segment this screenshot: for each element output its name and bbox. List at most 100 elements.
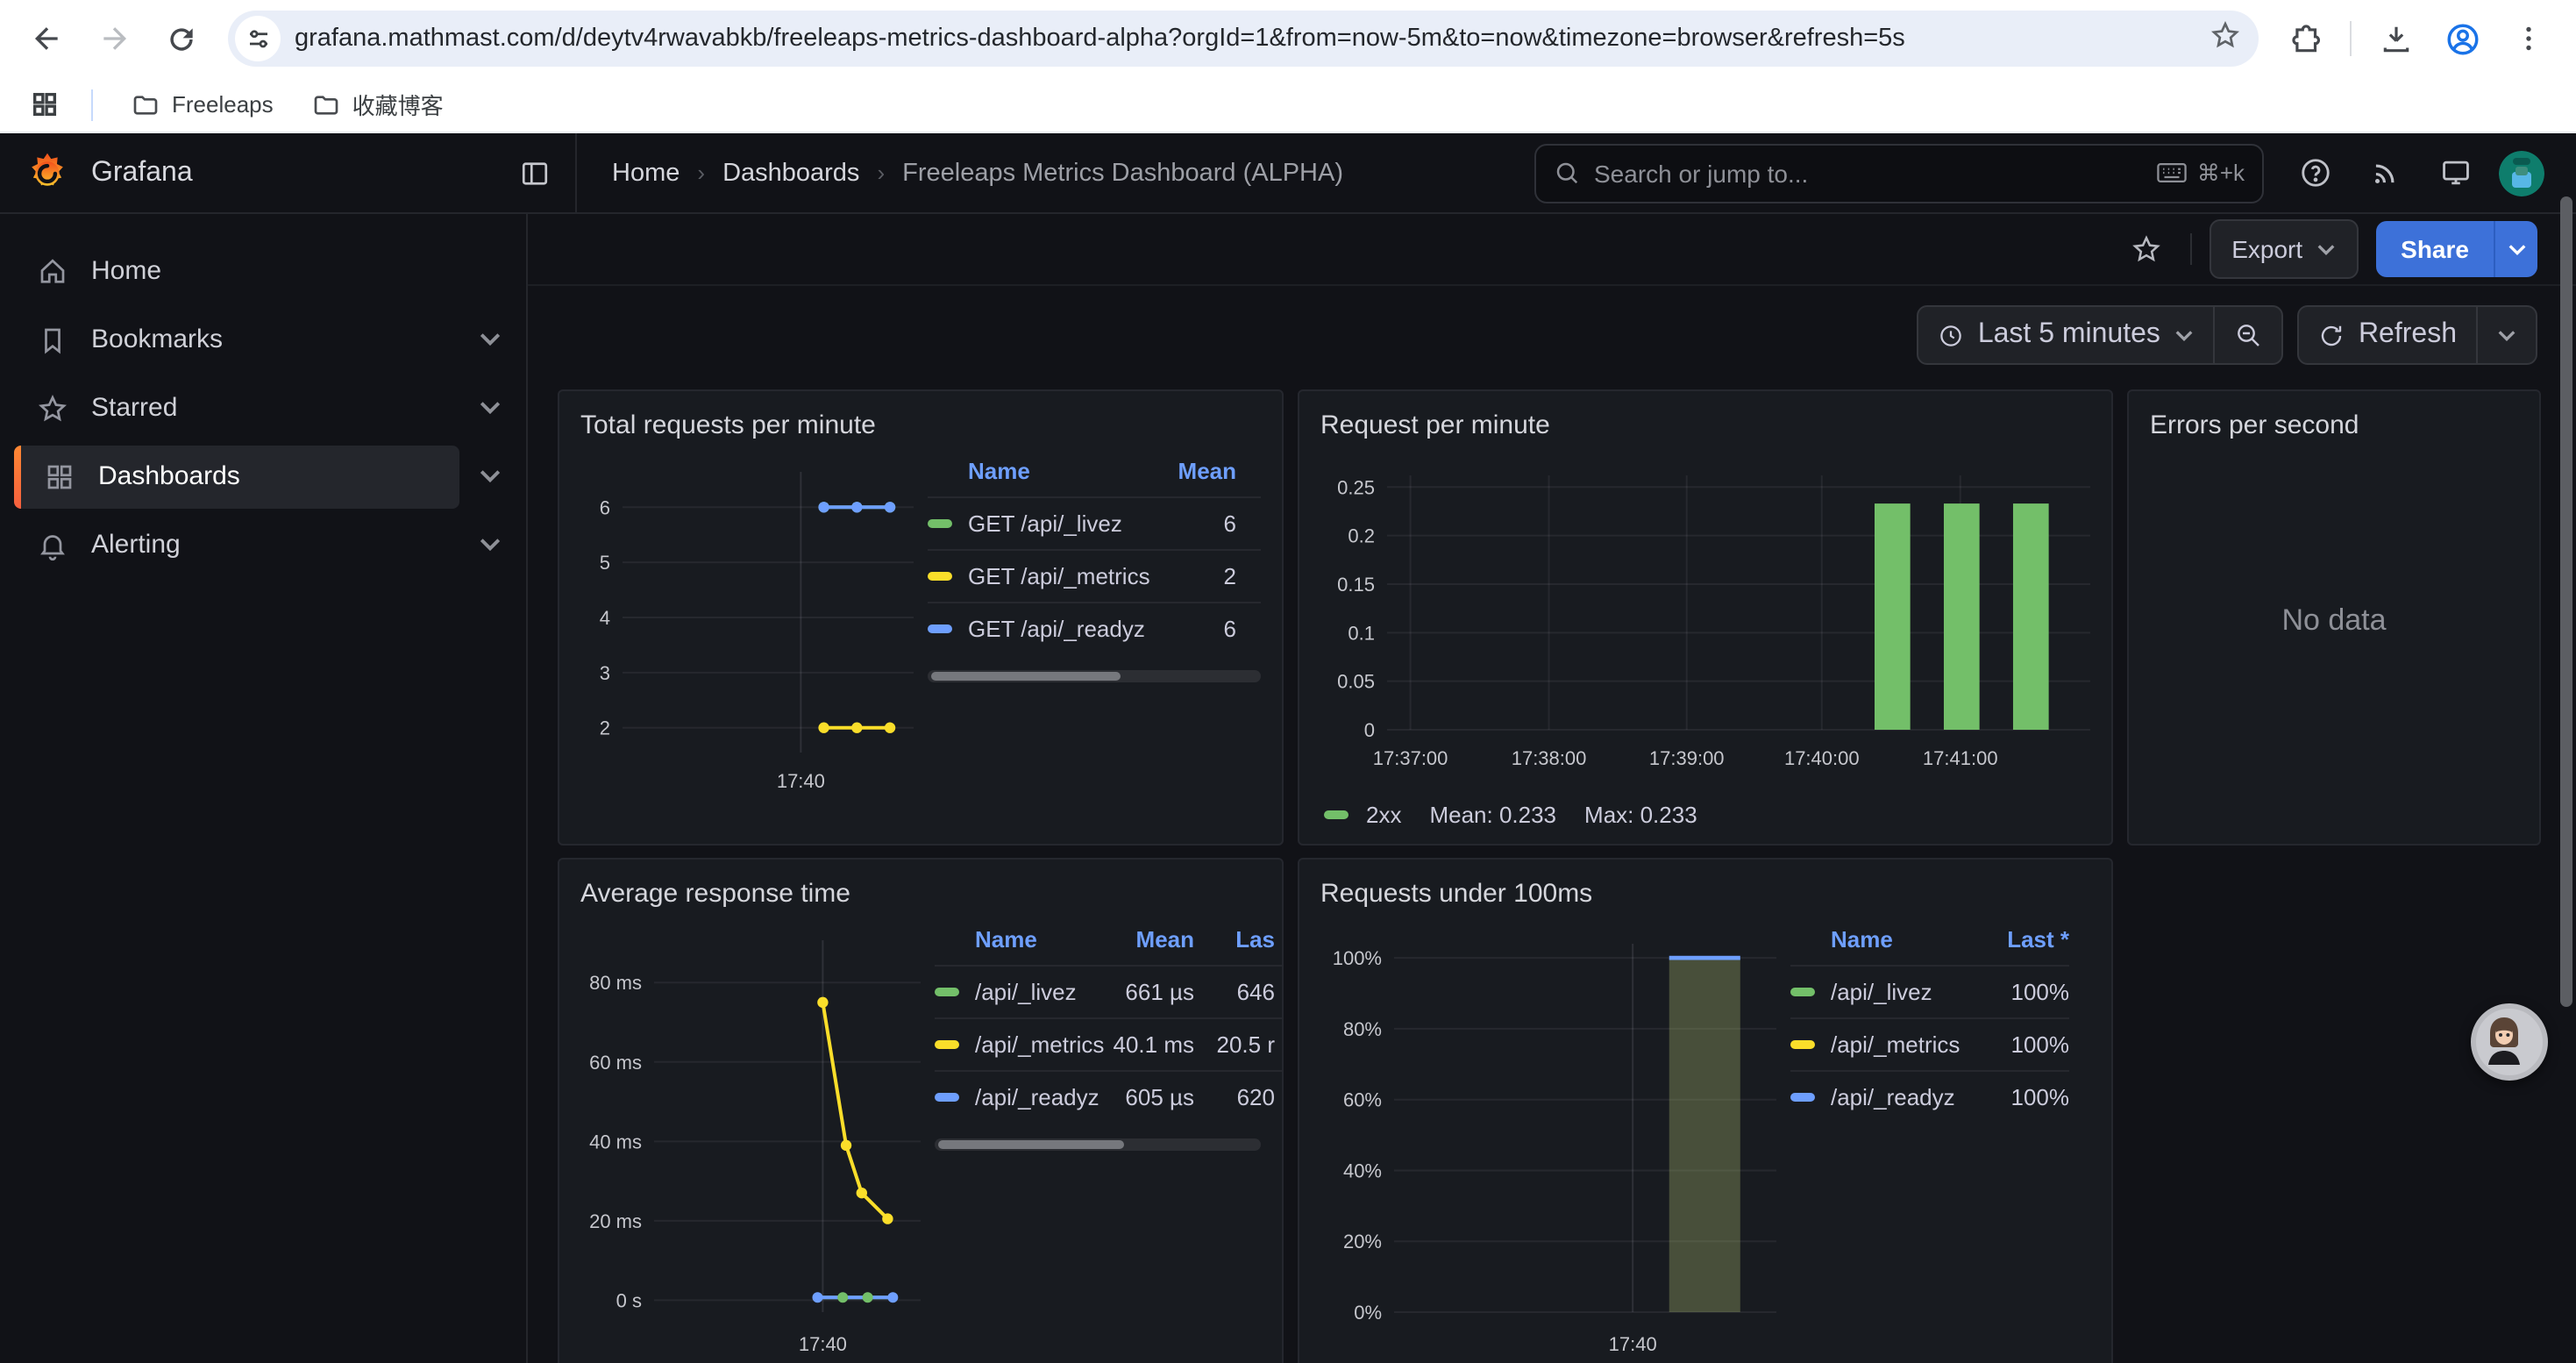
chevron-down-icon[interactable] xyxy=(479,328,502,351)
bookmark-folder-freeleaps[interactable]: Freeleaps xyxy=(117,85,288,124)
time-range-label: Last 5 minutes xyxy=(1978,319,2160,351)
legend-row[interactable]: /api/_metrics 100% xyxy=(1790,1017,2069,1070)
bookmark-folder-blogs[interactable]: 收藏博客 xyxy=(298,82,458,126)
panel-title[interactable]: Errors per second xyxy=(2150,409,2518,444)
svg-text:0.2: 0.2 xyxy=(1348,525,1375,547)
menu-icon[interactable] xyxy=(2499,9,2558,68)
chevron-down-icon[interactable] xyxy=(479,533,502,556)
panel-title[interactable]: Average response time xyxy=(580,877,1261,912)
star-dashboard-button[interactable] xyxy=(2119,223,2172,275)
series-pill xyxy=(928,624,952,633)
chevron-down-icon[interactable] xyxy=(479,465,502,488)
grafana-logo[interactable] xyxy=(25,150,70,196)
legend-header: Name Mean Las xyxy=(935,923,1282,965)
series-pill xyxy=(1790,1040,1815,1049)
legend-row[interactable]: /api/_readyz 100% xyxy=(1790,1070,2069,1123)
search-input[interactable]: Search or jump to... ⌘+k xyxy=(1534,143,2264,203)
panel-requests-under-100ms[interactable]: Requests under 100ms 0%20%40%60%80%100%1… xyxy=(1298,858,2113,1363)
assistant-avatar[interactable] xyxy=(2471,1003,2548,1081)
panel-request-per-minute[interactable]: Request per minute 00.050.10.150.20.2517… xyxy=(1298,389,2113,846)
user-avatar[interactable] xyxy=(2499,150,2544,196)
scrollbar-thumb[interactable] xyxy=(938,1140,1124,1149)
page-scrollbar[interactable] xyxy=(2560,196,2572,1007)
legend-row[interactable]: GET /api/_readyz 6 xyxy=(928,602,1261,654)
panel-title[interactable]: Request per minute xyxy=(1320,409,2090,444)
sidebar-item-label: Home xyxy=(91,256,161,286)
breadcrumb-dashboards[interactable]: Dashboards xyxy=(722,159,859,187)
monitor-icon[interactable] xyxy=(2429,146,2481,199)
star-icon xyxy=(37,392,68,424)
horizontal-scrollbar[interactable] xyxy=(935,1138,1261,1151)
chevron-down-icon[interactable] xyxy=(479,396,502,419)
legend-row[interactable]: /api/_readyz 605 µs 620 xyxy=(935,1070,1282,1123)
sidebar-item-starred[interactable]: Starred xyxy=(14,375,512,440)
legend-mean: Mean: 0.233 xyxy=(1429,802,1556,828)
download-icon[interactable] xyxy=(2366,9,2425,68)
panel-average-response-time[interactable]: Average response time 0 s20 ms40 ms60 ms… xyxy=(558,858,1284,1363)
legend-row[interactable]: GET /api/_metrics 2 xyxy=(928,549,1261,602)
browser-toolbar: grafana.mathmast.com/d/deytv4rwavabkb/fr… xyxy=(0,0,2576,77)
sidebar-item-dashboards[interactable]: Dashboards xyxy=(14,444,512,509)
series-pill xyxy=(1790,1093,1815,1102)
news-rss-icon[interactable] xyxy=(2359,146,2411,199)
refresh-interval-button[interactable] xyxy=(2478,307,2536,363)
panel-errors-per-second[interactable]: Errors per second No data xyxy=(2127,389,2541,846)
refresh-button[interactable]: Refresh xyxy=(2299,307,2476,363)
export-button[interactable]: Export xyxy=(2209,219,2359,279)
apps-grid-icon[interactable] xyxy=(21,82,67,127)
svg-text:3: 3 xyxy=(600,662,610,684)
sidebar-item-bookmarks[interactable]: Bookmarks xyxy=(14,307,512,372)
refresh-icon xyxy=(2318,322,2345,348)
chevron-right-icon: › xyxy=(697,160,705,186)
svg-text:80%: 80% xyxy=(1343,1018,1382,1040)
profile-icon[interactable] xyxy=(2432,9,2492,68)
bookmarks-divider xyxy=(91,89,93,120)
site-settings-icon[interactable] xyxy=(235,16,281,61)
extension-icon[interactable] xyxy=(2276,9,2336,68)
legend-row[interactable]: GET /api/_livez 6 xyxy=(928,496,1261,549)
requests-under-100ms-chart[interactable]: 0%20%40%60%80%100%17:40 xyxy=(1320,923,1780,1363)
url-text[interactable]: grafana.mathmast.com/d/deytv4rwavabkb/fr… xyxy=(295,25,2210,53)
sidebar-item-alerting[interactable]: Alerting xyxy=(14,512,512,577)
time-range-button[interactable]: Last 5 minutes xyxy=(1918,307,2213,363)
svg-text:40 ms: 40 ms xyxy=(589,1131,642,1152)
export-label: Export xyxy=(2231,235,2302,263)
request-per-minute-chart[interactable]: 00.050.10.150.20.2517:37:0017:38:0017:39… xyxy=(1320,454,2090,788)
zoom-out-button[interactable] xyxy=(2215,307,2281,363)
panel-total-requests[interactable]: Total requests per minute 2345617:40 Nam… xyxy=(558,389,1284,846)
svg-text:17:40: 17:40 xyxy=(1609,1333,1657,1355)
total-requests-chart[interactable]: 2345617:40 xyxy=(580,454,917,810)
back-button[interactable] xyxy=(18,9,77,68)
legend-row[interactable]: /api/_livez 661 µs 646 xyxy=(935,965,1282,1017)
url-bar[interactable]: grafana.mathmast.com/d/deytv4rwavabkb/fr… xyxy=(228,11,2259,67)
breadcrumb-home[interactable]: Home xyxy=(612,159,680,187)
keyboard-icon xyxy=(2157,161,2187,184)
legend-row[interactable]: /api/_livez 100% xyxy=(1790,965,2069,1017)
panel-title[interactable]: Total requests per minute xyxy=(580,409,1261,444)
scrollbar-thumb[interactable] xyxy=(931,672,1121,681)
svg-text:0 s: 0 s xyxy=(616,1289,642,1311)
sidebar-collapse-icon[interactable] xyxy=(519,157,551,189)
bookmark-star-icon[interactable] xyxy=(2210,18,2241,59)
legend-max: Max: 0.233 xyxy=(1584,802,1697,828)
svg-text:40%: 40% xyxy=(1343,1160,1382,1181)
forward-button[interactable] xyxy=(84,9,144,68)
sidebar: Home Bookmarks Starred xyxy=(0,214,528,1363)
header-spacer xyxy=(1378,133,1534,212)
help-icon[interactable] xyxy=(2288,146,2341,199)
reload-button[interactable] xyxy=(151,9,210,68)
share-chevron-button[interactable] xyxy=(2494,221,2537,277)
horizontal-scrollbar[interactable] xyxy=(928,670,1261,682)
legend-series-name[interactable]: 2xx xyxy=(1366,802,1401,828)
legend-row[interactable]: /api/_metrics 40.1 ms 20.5 r xyxy=(935,1017,1282,1070)
toolbar-divider xyxy=(2189,233,2191,265)
legend-table: Name Last * /api/_livez 100% /api/_metri… xyxy=(1790,923,2090,1123)
series-pill xyxy=(935,988,959,996)
svg-text:4: 4 xyxy=(600,607,610,629)
share-button[interactable]: Share xyxy=(2376,221,2494,277)
sidebar-item-home[interactable]: Home xyxy=(14,239,512,303)
series-pill xyxy=(928,519,952,528)
bookmark-icon xyxy=(37,324,68,355)
average-response-time-chart[interactable]: 0 s20 ms40 ms60 ms80 ms17:40 xyxy=(580,923,924,1363)
panel-title[interactable]: Requests under 100ms xyxy=(1320,877,2090,912)
